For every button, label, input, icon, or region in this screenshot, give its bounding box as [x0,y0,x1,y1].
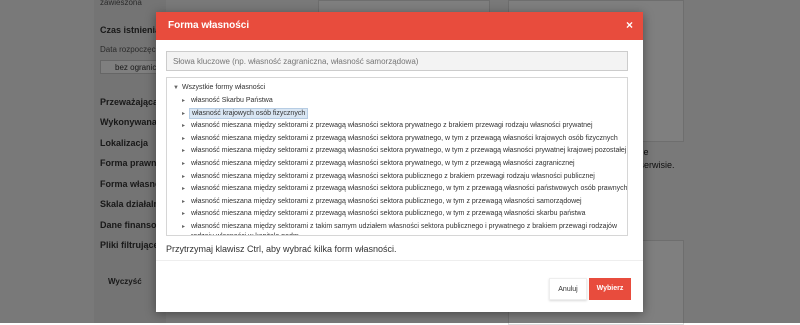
tree-item[interactable]: ▸ własność Skarbu Państwa [182,96,275,106]
hint-text: Przytrzymaj klawisz Ctrl, aby wybrać kil… [166,244,397,254]
modal-header: Forma własności × [156,12,643,40]
tree-item-label: własność mieszana między sektorami z prz… [191,160,575,167]
tree-item-label: własność mieszana między sektorami z prz… [191,134,618,142]
tree-item-label: własność mieszana między sektorami z prz… [191,210,586,218]
tree-item-label: własność mieszana między sektorami z prz… [191,172,595,180]
tree-item[interactable]: ▸ własność mieszana między sektorami z pr… [182,172,597,182]
caret-right-icon[interactable]: ▸ [182,209,189,219]
tree-item-label: własność mieszana między sektorami z prz… [191,147,627,155]
caret-right-icon[interactable]: ▸ [182,172,189,182]
caret-right-icon[interactable]: ▸ [182,184,189,194]
caret-right-icon[interactable]: ▸ [182,134,189,144]
cancel-button[interactable]: Anuluj [549,278,587,300]
tree-item[interactable]: ▸ własność mieszana między sektorami z pr… [182,159,577,169]
tree-item[interactable]: ▸ własność mieszana między sektorami z pr… [182,121,595,131]
tree-item-label: własność mieszana między sektorami z tak… [191,223,618,230]
tree-item[interactable]: ▸ własność mieszana między sektorami z pr… [182,197,584,207]
tree-item-label: rodzaju własności w kapitale podm [182,232,619,235]
modal-title: Forma własności [168,20,250,31]
close-icon[interactable]: × [626,18,633,32]
tree-item-label: własność mieszana między sektorami z prz… [191,122,593,130]
tree-item-label: własność mieszana między sektorami z prz… [191,185,628,193]
caret-right-icon[interactable]: ▸ [182,146,189,156]
caret-right-icon[interactable]: ▸ [182,121,189,131]
tree-item[interactable]: ▸ własność mieszana między sektorami z pr… [182,209,588,219]
caret-right-icon[interactable]: ▸ [182,197,189,207]
caret-right-icon[interactable]: ▸ [182,96,189,106]
caret-right-icon[interactable]: ▸ [182,222,189,232]
caret-right-icon[interactable]: ▸ [182,159,189,169]
tree-item-label: własność krajowych osób fizycznych [189,107,309,119]
tree-root[interactable]: ▼ Wszystkie formy własności [173,84,265,91]
tree-item[interactable]: ▸ własność mieszana między sektorami z ta… [182,222,619,235]
tree-item[interactable]: ▸ własność mieszana między sektorami z pr… [182,134,620,144]
tree-item-label: własność Skarbu Państwa [191,97,273,104]
ownership-tree[interactable]: ▼ Wszystkie formy własności ▸ własność Ska… [166,77,628,236]
tree-item[interactable]: ▸ własność krajowych osób fizycznych [182,107,309,119]
caret-right-icon[interactable]: ▸ [182,109,189,119]
search-input[interactable] [166,51,628,71]
ownership-modal: Forma własności × ▼Wszystkie formy własn… [156,12,643,312]
tree-item[interactable]: ▸ własność mieszana między sektorami z pr… [182,146,627,156]
select-button[interactable]: Wybierz [589,278,631,300]
tree-item[interactable]: ▸ własność mieszana między sektorami z pr… [182,184,628,194]
caret-down-icon[interactable]: ▼ [173,85,179,91]
tree-item-label: własność mieszana między sektorami z prz… [191,197,582,205]
divider [156,260,643,261]
